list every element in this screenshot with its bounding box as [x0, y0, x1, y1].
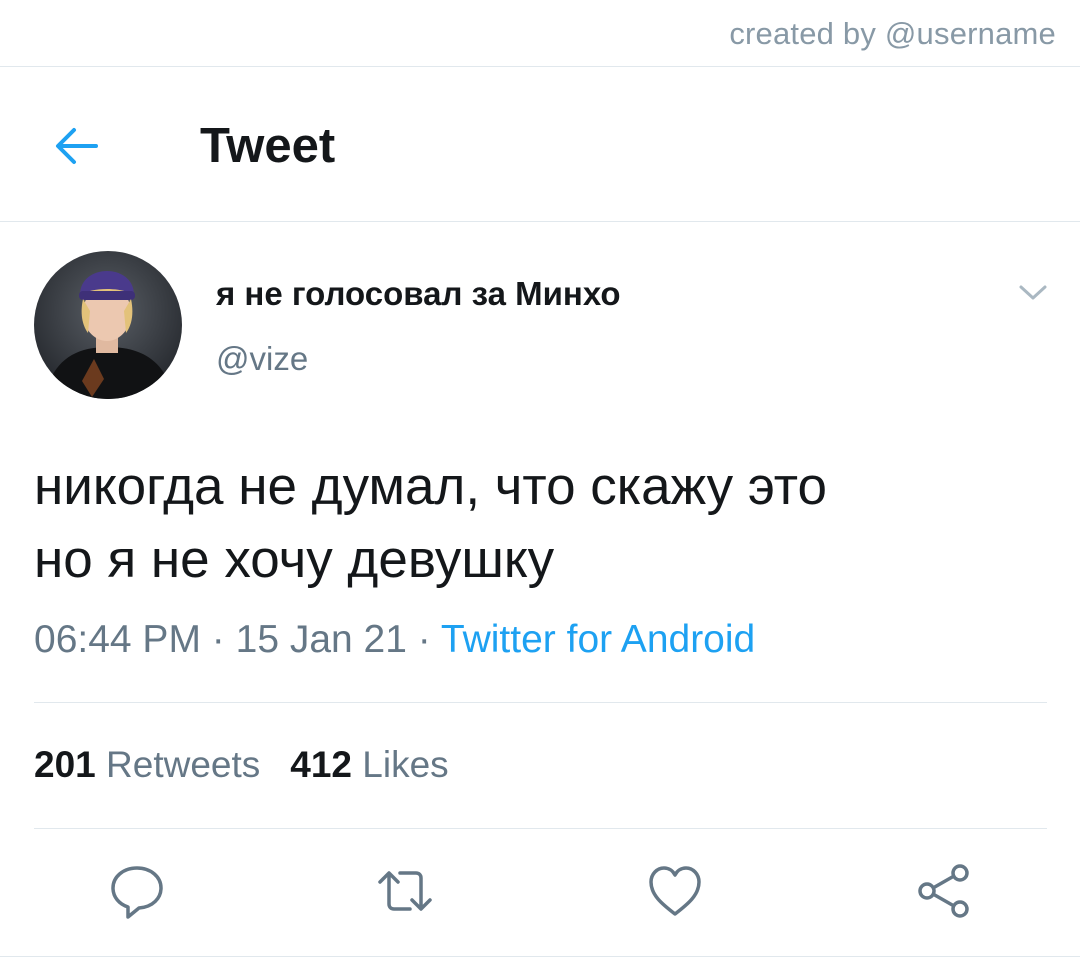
- retweet-icon: [378, 871, 432, 911]
- tweet-line: никогда не думал, что скажу это: [34, 457, 827, 516]
- reply-button[interactable]: [108, 862, 166, 920]
- divider: [34, 828, 1047, 829]
- meta-separator: ·: [417, 618, 431, 661]
- reply-icon: [111, 866, 163, 919]
- tweet-text: никогда не думал, что скажу это но я не …: [34, 450, 1034, 596]
- watermark: created by @username: [729, 16, 1056, 51]
- divider: [34, 702, 1047, 703]
- retweet-button[interactable]: [376, 862, 434, 920]
- tweet-source-link[interactable]: Twitter for Android: [441, 618, 755, 661]
- tweet-date: 15 Jan 21: [235, 618, 407, 661]
- avatar-image: [34, 251, 182, 399]
- likes-label: Likes: [362, 744, 449, 785]
- retweets-count: 201: [34, 744, 96, 785]
- display-name[interactable]: я не голосовал за Минхо: [216, 275, 621, 313]
- user-handle[interactable]: @vize: [216, 340, 308, 378]
- tweet-meta: 06:44 PM · 15 Jan 21 · Twitter for Andro…: [34, 618, 755, 662]
- avatar[interactable]: [34, 251, 182, 399]
- divider: [0, 66, 1080, 67]
- likes-stat[interactable]: 412 Likes: [290, 744, 448, 785]
- divider: [0, 956, 1080, 957]
- likes-count: 412: [290, 744, 352, 785]
- arrow-left-icon: [56, 128, 98, 164]
- tweet-line: но я не хочу девушку: [34, 530, 555, 589]
- tweet-time: 06:44 PM: [34, 618, 201, 661]
- like-button[interactable]: [646, 862, 704, 920]
- meta-separator: ·: [211, 618, 225, 661]
- like-icon: [649, 866, 701, 916]
- back-button[interactable]: [52, 124, 102, 168]
- tweet-stats: 201 Retweets 412 Likes: [34, 744, 449, 786]
- share-icon: [918, 864, 969, 918]
- chevron-down-icon: [1019, 285, 1047, 300]
- share-button[interactable]: [914, 862, 972, 920]
- retweets-label: Retweets: [106, 744, 261, 785]
- retweets-stat[interactable]: 201 Retweets: [34, 744, 260, 785]
- more-options-button[interactable]: [1016, 281, 1050, 303]
- divider: [0, 221, 1080, 222]
- page-title: Tweet: [200, 119, 336, 173]
